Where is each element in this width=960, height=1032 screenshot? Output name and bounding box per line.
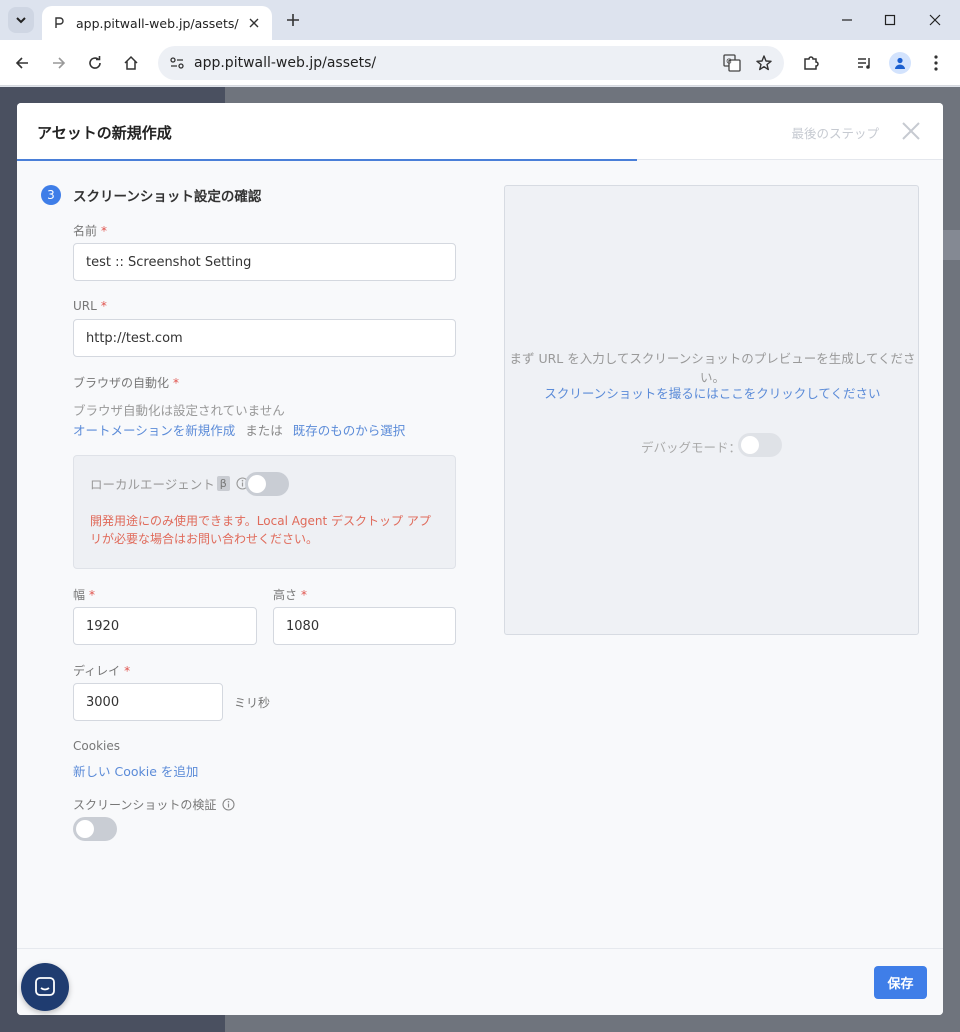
debug-mode-label: デバッグモード：	[641, 440, 742, 455]
step-number-badge: 3	[41, 185, 61, 205]
minimize-icon[interactable]	[824, 0, 870, 40]
step-indicator-label: 最後のステップ	[791, 126, 879, 141]
automation-links: オートメーションを新規作成 または 既存のものから選択	[73, 420, 405, 439]
height-input[interactable]	[273, 607, 456, 645]
local-agent-panel: ローカルエージェント β * 開発用途にのみ使用できます。Local Agent…	[73, 455, 456, 569]
or-text: または	[245, 423, 283, 438]
window-close-icon[interactable]	[912, 0, 958, 40]
forward-arrow-icon[interactable]	[47, 51, 71, 75]
select-existing-link[interactable]: 既存のものから選択	[293, 423, 406, 438]
modal-header: アセットの新規作成 最後のステップ	[17, 103, 943, 161]
address-bar[interactable]: app.pitwall-web.jp/assets/ G	[158, 46, 784, 80]
add-cookie-link[interactable]: 新しい Cookie を追加	[73, 764, 198, 779]
verify-label: スクリーンショットの検証	[73, 796, 235, 813]
kebab-menu-icon[interactable]	[924, 51, 948, 75]
new-tab-plus-icon[interactable]	[282, 9, 304, 31]
delay-unit: ミリ秒	[234, 696, 271, 710]
favicon-icon	[52, 16, 66, 30]
tab-close-icon[interactable]	[246, 15, 262, 31]
automation-status: ブラウザ自動化は設定されていません	[73, 403, 285, 418]
translate-icon[interactable]: G	[720, 51, 744, 75]
debug-mode-toggle[interactable]	[738, 433, 782, 457]
name-input[interactable]	[73, 243, 456, 281]
url-input[interactable]	[73, 319, 456, 357]
tab-search-button[interactable]	[8, 7, 34, 33]
verify-toggle[interactable]	[73, 817, 117, 841]
modal-close-icon[interactable]	[899, 119, 923, 143]
back-arrow-icon[interactable]	[10, 51, 34, 75]
modal-footer: 保存	[17, 948, 943, 1015]
chat-support-button[interactable]	[21, 963, 69, 1011]
address-url: app.pitwall-web.jp/assets/	[194, 55, 377, 71]
extensions-puzzle-icon[interactable]	[799, 51, 823, 75]
height-label: 高さ *	[273, 588, 308, 602]
local-agent-label: ローカルエージェント β *	[90, 474, 259, 493]
width-input[interactable]	[73, 607, 257, 645]
section-header: 3 スクリーンショット設定の確認	[41, 185, 261, 205]
name-label: 名前 *	[73, 224, 108, 238]
tab-title: app.pitwall-web.jp/assets/	[76, 15, 239, 31]
width-label: 幅 *	[73, 588, 96, 602]
svg-text:G: G	[726, 58, 731, 66]
home-icon[interactable]	[119, 51, 143, 75]
beta-badge: β	[216, 476, 230, 491]
url-label: URL *	[73, 299, 107, 313]
local-agent-warning: 開発用途にのみ使用できます。Local Agent デスクトップ アプリが必要な…	[90, 514, 431, 546]
media-queue-icon[interactable]	[853, 51, 877, 75]
delay-label: ディレイ *	[73, 664, 131, 678]
bookmark-star-icon[interactable]	[752, 51, 776, 75]
background-content-strip	[943, 230, 960, 260]
cookies-link-row: 新しい Cookie を追加	[73, 761, 198, 780]
modal-title: アセットの新規作成	[37, 124, 172, 142]
site-settings-icon[interactable]	[166, 52, 188, 74]
reload-icon[interactable]	[83, 51, 107, 75]
automation-label: ブラウザの自動化 *	[73, 376, 180, 390]
capture-screenshot-link[interactable]: スクリーンショットを撮るにはここをクリックしてください	[544, 386, 880, 401]
local-agent-toggle[interactable]	[245, 472, 289, 496]
save-button[interactable]: 保存	[874, 966, 927, 999]
verify-info-icon[interactable]	[222, 798, 235, 811]
create-automation-link[interactable]: オートメーションを新規作成	[73, 423, 235, 438]
profile-avatar-icon[interactable]	[888, 51, 912, 75]
maximize-icon[interactable]	[867, 0, 913, 40]
browser-toolbar: app.pitwall-web.jp/assets/ G	[0, 40, 960, 86]
delay-input[interactable]	[73, 683, 223, 721]
cookies-label: Cookies	[73, 739, 120, 753]
chat-icon	[35, 977, 55, 996]
section-title: スクリーンショット設定の確認	[73, 189, 262, 205]
screenshot-preview-panel: まず URL を入力してスクリーンショットのプレビューを生成してください。 スク…	[504, 185, 919, 635]
browser-tab-bar: app.pitwall-web.jp/assets/	[0, 0, 960, 40]
preview-message: まず URL を入力してスクリーンショットのプレビューを生成してください。	[509, 351, 916, 385]
create-asset-modal: アセットの新規作成 最後のステップ 3 スクリーンショット設定の確認 名前* U…	[17, 103, 943, 1015]
chevron-down-icon	[16, 17, 26, 24]
browser-tab[interactable]: app.pitwall-web.jp/assets/	[42, 6, 272, 40]
step-progress-bar	[17, 159, 637, 161]
